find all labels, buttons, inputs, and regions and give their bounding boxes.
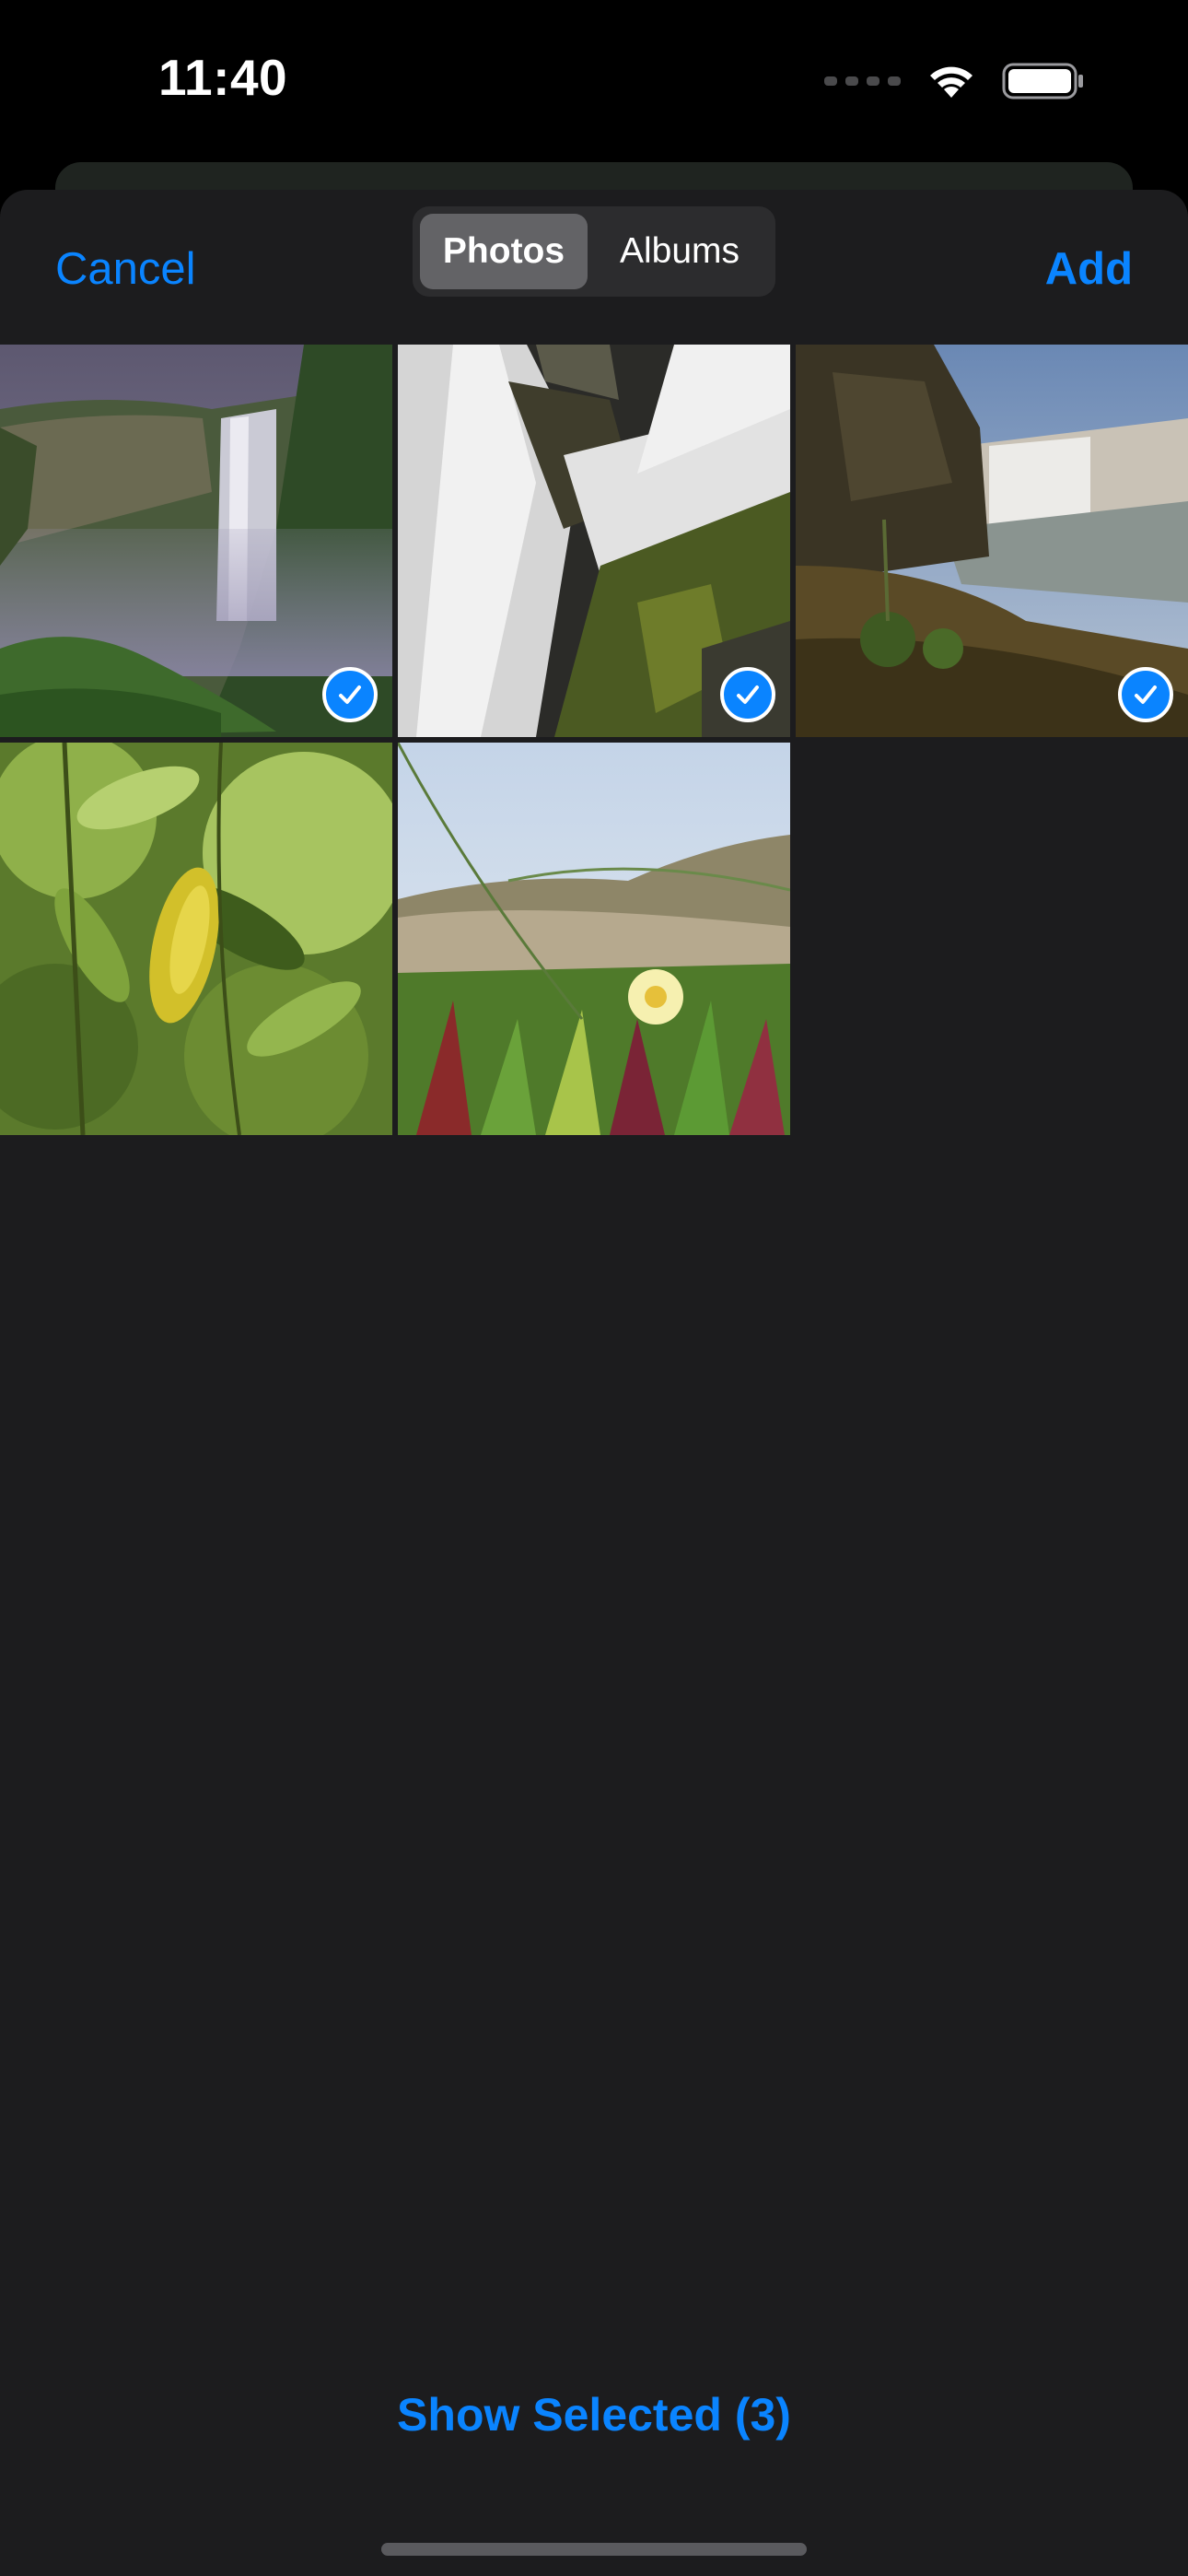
- home-indicator[interactable]: [381, 2543, 807, 2556]
- cancel-button[interactable]: Cancel: [55, 243, 196, 295]
- photo-image: [398, 743, 790, 1135]
- photo-tile-waterfall-closeup[interactable]: [398, 345, 790, 737]
- photo-tile-waterfall-shore[interactable]: [796, 345, 1188, 737]
- cellular-signal-icon: [824, 76, 901, 86]
- tab-photos[interactable]: Photos: [420, 214, 588, 289]
- photo-image: [0, 743, 392, 1135]
- tab-albums[interactable]: Albums: [591, 214, 768, 289]
- add-button[interactable]: Add: [1045, 243, 1133, 295]
- nav-bar: Cancel Photos Albums Add: [0, 190, 1188, 345]
- selected-checkmark-icon: [720, 667, 775, 722]
- status-icons: [824, 59, 1085, 103]
- photo-tile-waterfall-cliff[interactable]: [0, 345, 392, 737]
- selected-checkmark-icon: [1118, 667, 1173, 722]
- photo-tile-dune-flower[interactable]: [398, 743, 790, 1135]
- selected-checkmark-icon: [322, 667, 378, 722]
- photo-picker-sheet: Cancel Photos Albums Add Show Selected (…: [0, 190, 1188, 2576]
- show-selected-button[interactable]: Show Selected (3): [0, 2388, 1188, 2441]
- photo-tile-lemon-leaves[interactable]: [0, 743, 392, 1135]
- wifi-icon: [930, 66, 973, 98]
- source-segmented-control: Photos Albums: [413, 206, 775, 297]
- status-bar: 11:40: [0, 0, 1188, 161]
- battery-icon: [1002, 63, 1083, 100]
- status-time: 11:40: [158, 49, 288, 106]
